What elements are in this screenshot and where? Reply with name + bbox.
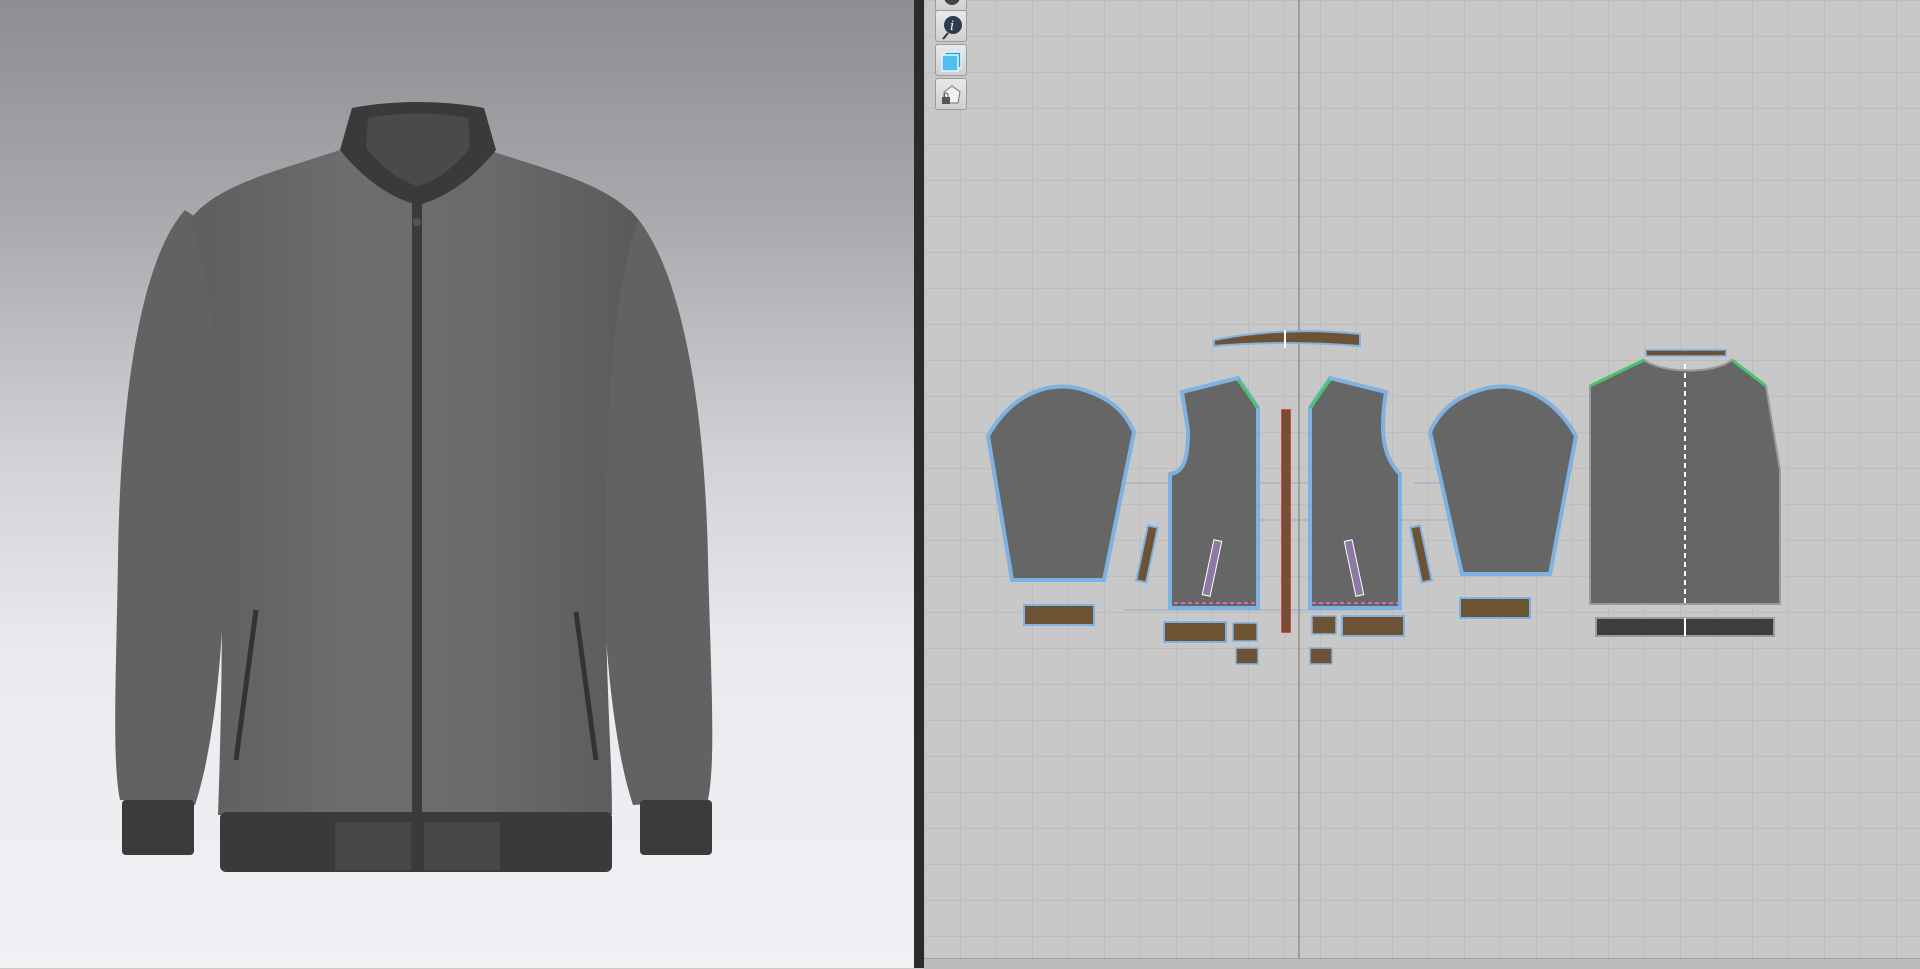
left-cuff-3d — [122, 800, 194, 855]
info-icon: i — [942, 16, 962, 40]
viewport-splitter[interactable] — [914, 0, 924, 968]
zipper-pull-3d — [413, 218, 421, 226]
info-tool-button[interactable]: i — [935, 10, 967, 42]
collar-piece — [1213, 330, 1361, 348]
lock-garment-tool-button[interactable] — [935, 78, 967, 110]
status-bar — [924, 958, 1920, 969]
hem-tab-right-3d — [424, 822, 500, 870]
3d-viewport[interactable] — [0, 0, 914, 968]
pattern-layout[interactable] — [924, 0, 1920, 968]
pocket-bag-3 — [1235, 647, 1259, 665]
left-hem-band-piece — [1163, 621, 1227, 643]
zipper-strip-piece — [1281, 409, 1291, 633]
right-cuff-3d — [640, 800, 712, 855]
left-cuff-piece — [1023, 604, 1095, 626]
svg-text:i: i — [950, 19, 954, 34]
pocket-bag-2 — [1311, 615, 1337, 635]
jacket-3d-render[interactable] — [0, 0, 914, 968]
left-side-strip — [1135, 524, 1159, 584]
texture-tool-button[interactable] — [935, 44, 967, 76]
pocket-bag-4 — [1309, 647, 1333, 665]
hem-tab-left-3d — [335, 822, 411, 870]
right-cuff-piece — [1459, 597, 1531, 619]
2d-pattern-viewport[interactable] — [924, 0, 1920, 968]
lock-garment-icon — [942, 85, 961, 104]
pocket-bag-1 — [1232, 622, 1258, 642]
zipper-3d — [412, 200, 422, 872]
texture-icon — [941, 51, 962, 72]
right-hem-band-piece — [1341, 615, 1405, 637]
right-side-strip — [1409, 524, 1433, 584]
right-sleeve-piece — [1427, 384, 1579, 576]
left-sleeve-piece — [985, 384, 1137, 582]
hem-band-3d — [220, 812, 612, 872]
back-yoke-binding — [1645, 349, 1727, 357]
